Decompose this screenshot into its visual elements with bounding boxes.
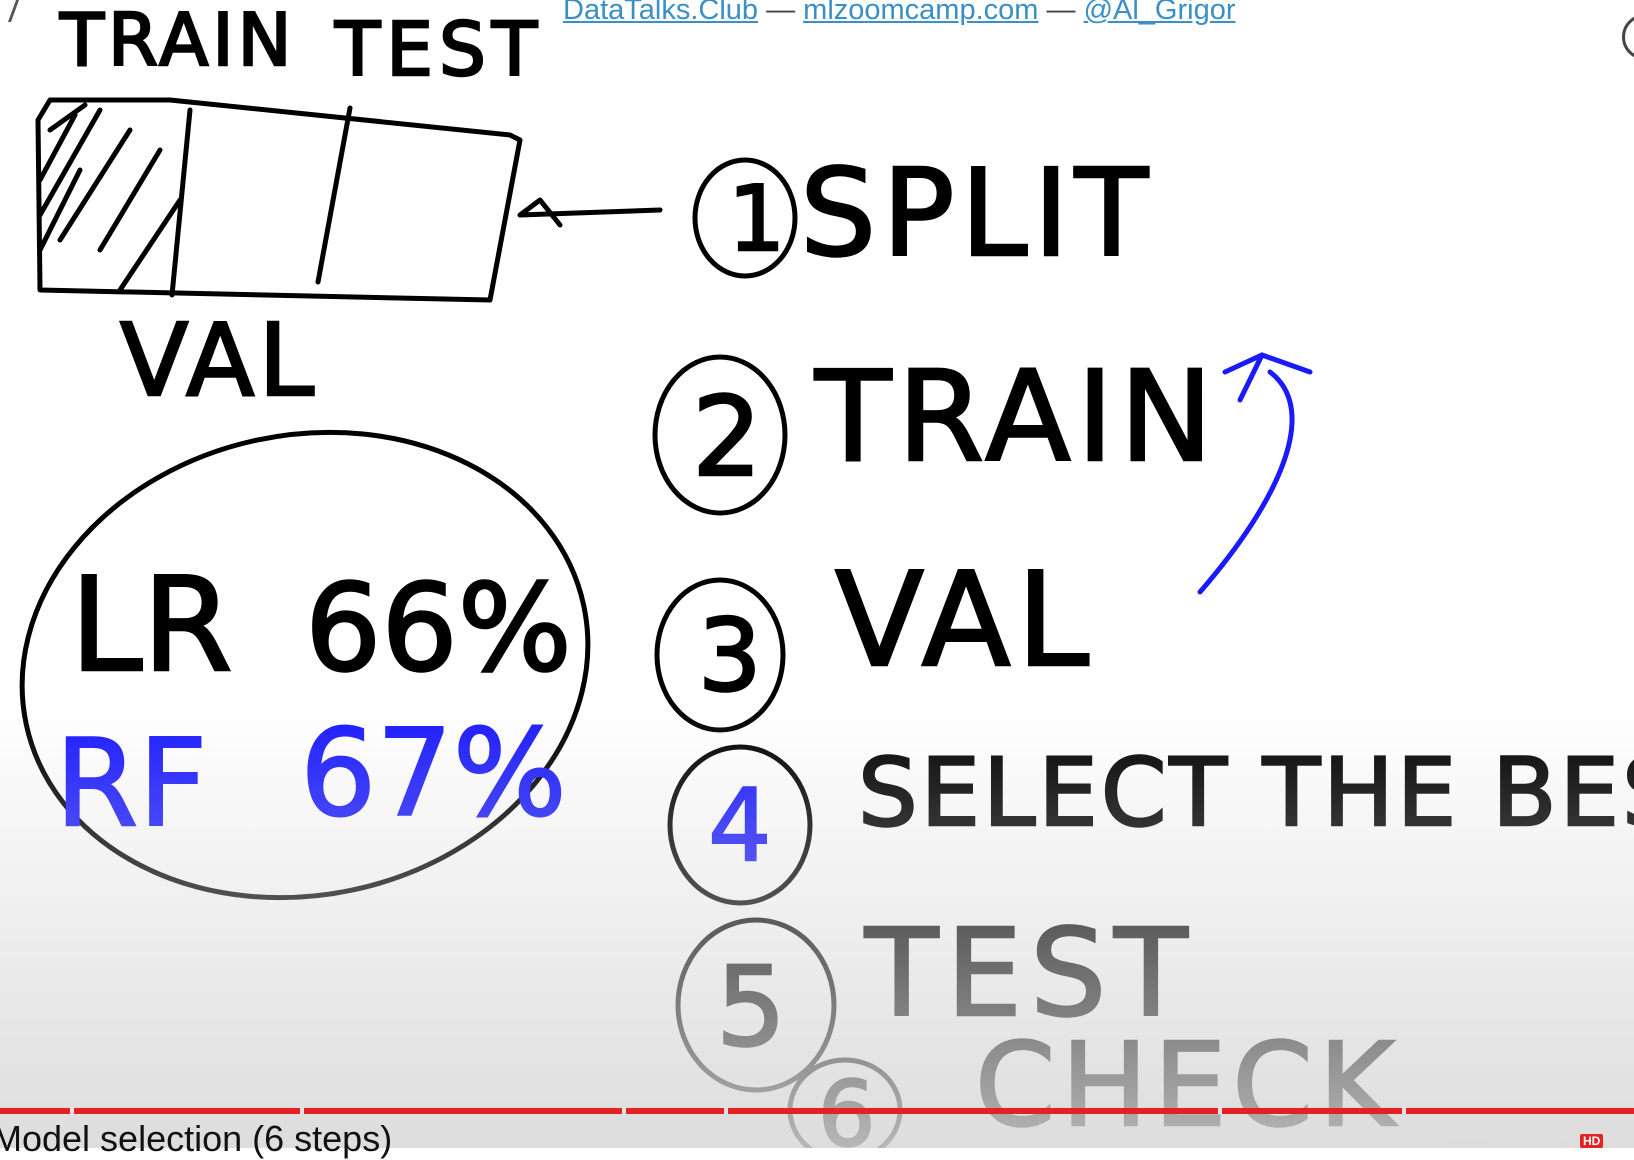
train-top-label: TRAIN bbox=[59, 0, 295, 82]
step-4-label: SELECT THE BEST bbox=[858, 739, 1634, 848]
step-2-label: TRAIN bbox=[814, 345, 1219, 490]
video-frame[interactable]: DataTalks.Club — mlzoomcamp.com — @Al_Gr… bbox=[0, 0, 1634, 1159]
model-lr-score: 66% bbox=[305, 560, 572, 699]
chapter-title[interactable]: Model selection (6 steps) bbox=[0, 1118, 392, 1160]
val-box-label: VAL bbox=[120, 302, 318, 419]
progress-segment[interactable] bbox=[304, 1108, 622, 1114]
step-1-label: SPLIT bbox=[800, 145, 1154, 284]
step-4-number: 4 bbox=[708, 767, 772, 884]
progress-segment[interactable] bbox=[0, 1108, 70, 1114]
model-rf-name: RF bbox=[55, 715, 207, 854]
captions-icon[interactable] bbox=[1448, 1138, 1492, 1148]
progress-segment[interactable] bbox=[626, 1108, 724, 1114]
model-rf-score: 67% bbox=[300, 705, 567, 844]
settings-icon[interactable] bbox=[1555, 1136, 1575, 1149]
test-top-label: TEST bbox=[334, 7, 543, 93]
model-lr-name: LR bbox=[70, 549, 233, 701]
step-3-label: VAL bbox=[835, 544, 1095, 696]
whiteboard-drawing: TRAIN TEST VAL LR 66% RF 67% 1 2 3 4 5 6… bbox=[19, 0, 1634, 1148]
step-6-number: 6 bbox=[818, 1062, 875, 1148]
step-6-label: CHECK bbox=[975, 1019, 1400, 1148]
split-diagram bbox=[35, 97, 663, 303]
progress-segment[interactable] bbox=[1222, 1108, 1402, 1114]
progress-bar[interactable] bbox=[0, 1108, 1634, 1114]
step-1-number: 1 bbox=[728, 167, 785, 272]
step-2-number: 2 bbox=[692, 373, 762, 501]
hd-badge: HD bbox=[1580, 1134, 1604, 1148]
step-5-number: 5 bbox=[716, 943, 786, 1071]
progress-segment[interactable] bbox=[74, 1108, 300, 1114]
progress-segment[interactable] bbox=[1406, 1108, 1634, 1114]
progress-segment[interactable] bbox=[728, 1108, 1218, 1114]
step-3-number: 3 bbox=[698, 597, 762, 714]
